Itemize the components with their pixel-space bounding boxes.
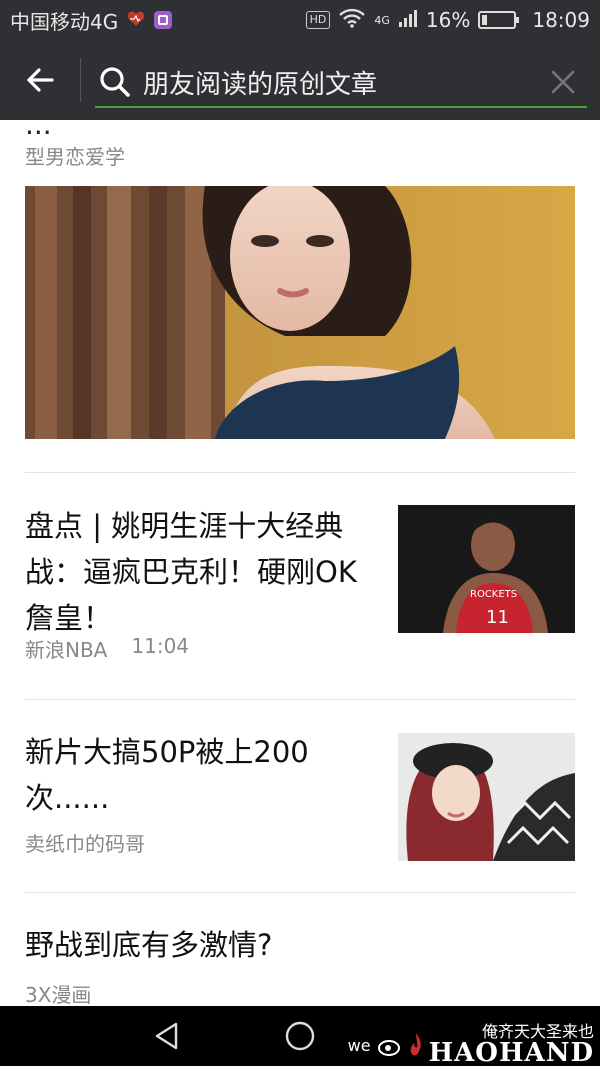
arrow-left-icon [27, 68, 54, 92]
nav-home-button[interactable] [276, 1016, 324, 1056]
signal-icon [398, 8, 418, 33]
nav-back-button[interactable] [143, 1016, 191, 1056]
result-title: ... [25, 120, 52, 141]
wifi-icon [338, 8, 366, 33]
gallery-notification-icon [154, 11, 173, 29]
heart-notification-icon [126, 8, 146, 32]
result-thumbnail: ROCKETS 11 [398, 505, 575, 633]
result-item[interactable]: 野战到底有多激情? 3X漫画 [0, 893, 600, 1006]
weibo-logo-icon [377, 1040, 400, 1056]
flame-logo-icon [410, 1033, 421, 1056]
title-line: 新片大搞50P被上200 [25, 735, 309, 769]
title-line: 盘点 | 姚明生涯十大经典 [25, 509, 344, 543]
result-cover-image [25, 186, 575, 439]
title-line: 次...... [25, 781, 110, 815]
result-thumbnail [398, 733, 575, 861]
carrier-label: 中国移动4G [10, 9, 119, 34]
clear-search-button[interactable] [539, 69, 587, 95]
back-button[interactable] [0, 40, 80, 120]
battery-icon [478, 11, 520, 29]
search-input[interactable] [135, 67, 539, 97]
circle-home-icon [285, 1021, 315, 1051]
result-item[interactable]: 新片大搞50P被上200 次...... 卖纸巾的码哥 [0, 700, 600, 892]
clock: 18:09 [532, 8, 590, 32]
battery-percent: 16% [425, 8, 471, 32]
triangle-back-icon [155, 1022, 178, 1050]
result-source: 新浪NBA [25, 638, 108, 662]
search-header [0, 40, 600, 120]
watermark: we 俺齐天大圣来也 HAOHAND [348, 1024, 594, 1066]
search-box[interactable] [95, 58, 587, 108]
svg-text:ROCKETS: ROCKETS [470, 589, 517, 600]
search-results: ... 型男恋爱学 盘点 | 姚明生涯十大经典 战：逼疯巴克利！硬刚OK 詹皇！… [0, 120, 600, 1006]
result-source: 卖纸巾的码哥 [25, 832, 145, 856]
app-screen: 中国移动4G HD 4G 16% 18:09 朋友阅读的原创文章 ... 型男恋… [0, 0, 600, 1066]
close-icon [551, 70, 575, 94]
result-title: 盘点 | 姚明生涯十大经典 战：逼疯巴克利！硬刚OK 詹皇！ [25, 503, 375, 641]
result-source: 3X漫画 [25, 983, 92, 1006]
result-time: 11:04 [131, 634, 190, 658]
hd-badge: HD [305, 11, 331, 29]
network-type-label: 4G [374, 13, 390, 27]
result-meta: 新浪NBA 11:04 [25, 634, 189, 663]
status-bar: 中国移动4G HD 4G 16% 18:09 [0, 0, 600, 40]
watermark-brand: HAOHAND [428, 1038, 594, 1066]
result-source: 型男恋爱学 [25, 145, 125, 169]
title-line: 野战到底有多激情? [25, 928, 273, 962]
header-divider [80, 58, 81, 102]
svg-text:11: 11 [486, 607, 509, 628]
search-icon [95, 66, 135, 98]
result-title: 野战到底有多激情? [25, 922, 565, 968]
result-title: 新片大搞50P被上200 次...... [25, 729, 375, 821]
title-line: 战：逼疯巴克利！硬刚OK [25, 555, 357, 589]
watermark-prefix: we [347, 1035, 371, 1055]
result-item[interactable]: 盘点 | 姚明生涯十大经典 战：逼疯巴克利！硬刚OK 詹皇！ 新浪NBA 11:… [0, 473, 600, 699]
navigation-bar: we 俺齐天大圣来也 HAOHAND [0, 1006, 600, 1066]
